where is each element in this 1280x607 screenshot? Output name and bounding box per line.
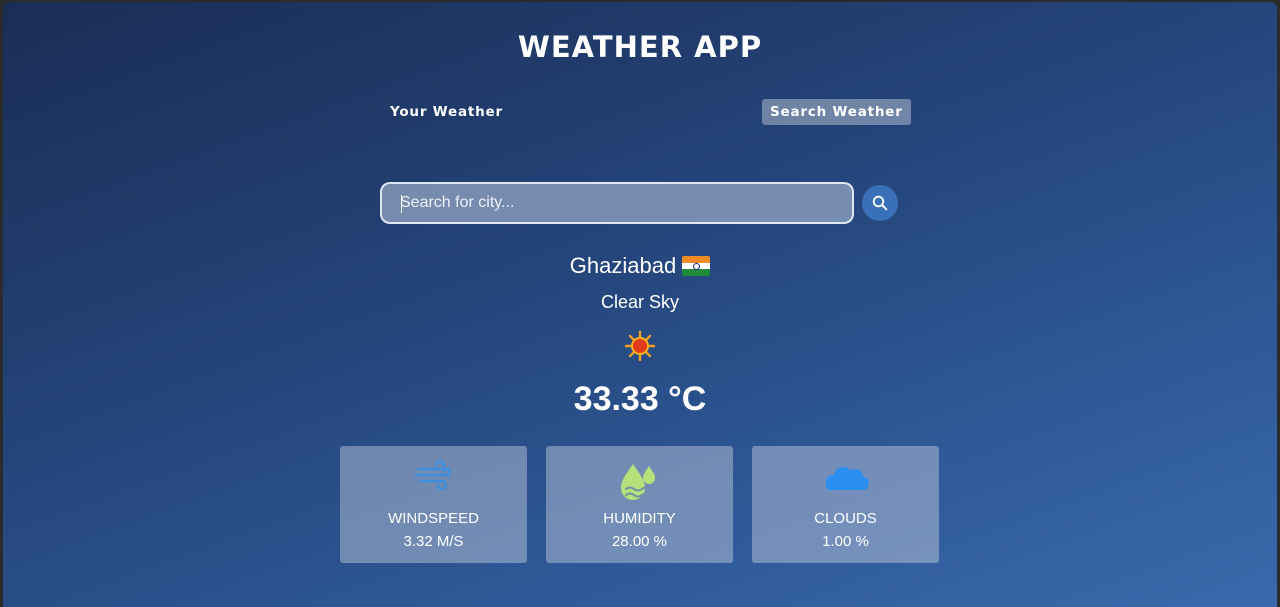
windspeed-card: WINDSPEED 3.32 M/S — [340, 446, 527, 563]
city-name: Ghaziabad — [569, 253, 677, 278]
sun-icon — [624, 330, 656, 362]
humidity-drops-icon — [620, 464, 655, 500]
tab-search-weather[interactable]: Search Weather — [762, 99, 911, 125]
cloud-icon — [825, 467, 869, 490]
windspeed-label: WINDSPEED — [388, 510, 479, 527]
search-field-container — [380, 182, 854, 224]
temperature: 33.33 °C — [573, 380, 707, 418]
humidity-card: HUMIDITY 28.00 % — [546, 446, 733, 563]
windspeed-value: 3.32 M/S — [403, 533, 464, 550]
clouds-value: 1.00 % — [822, 533, 869, 550]
wind-icon — [414, 460, 451, 490]
humidity-label: HUMIDITY — [603, 510, 676, 527]
india-flag-icon — [682, 256, 711, 276]
search-button[interactable] — [862, 185, 898, 221]
page-title: WEATHER APP — [517, 30, 763, 64]
search-icon — [872, 195, 888, 211]
search-input[interactable] — [382, 184, 852, 222]
humidity-value: 28.00 % — [611, 533, 668, 550]
clouds-label: CLOUDS — [814, 510, 877, 527]
city-heading: Ghaziabad — [3, 253, 1277, 279]
weather-description: Clear Sky — [600, 292, 680, 312]
text-caret — [401, 195, 402, 213]
clouds-card: CLOUDS 1.00 % — [752, 446, 939, 563]
tab-your-weather[interactable]: Your Weather — [382, 99, 511, 125]
app-window: WEATHER APP Your Weather Search Weather … — [3, 2, 1277, 607]
